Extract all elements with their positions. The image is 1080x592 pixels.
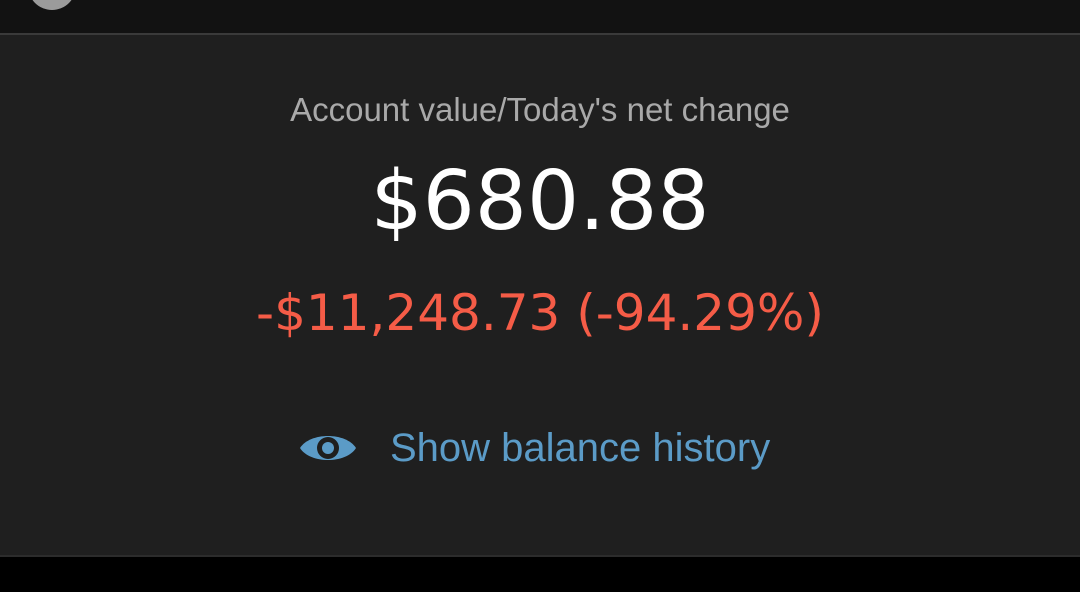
avatar[interactable] (28, 0, 76, 10)
net-change: -$11,248.73 (-94.29%) (256, 284, 824, 342)
bottom-area (0, 557, 1080, 592)
top-app-bar (0, 0, 1080, 33)
show-balance-history-button[interactable]: Show balance history (298, 420, 770, 476)
account-value-caption: Account value/Today's net change (290, 91, 790, 128)
show-balance-history-label: Show balance history (390, 426, 771, 470)
eye-icon (298, 428, 358, 468)
account-value: $680.88 (370, 154, 710, 249)
